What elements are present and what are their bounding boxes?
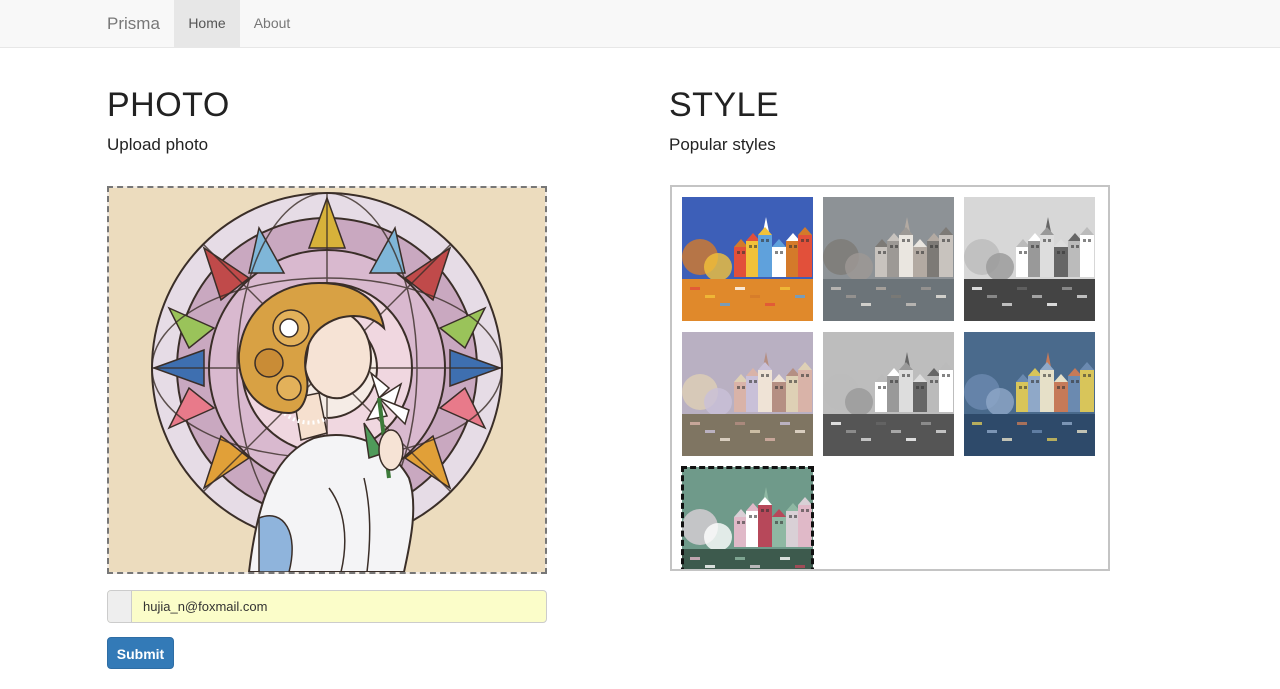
- photo-subheading: Upload photo: [107, 135, 209, 154]
- style-muted-sketch-image: [823, 197, 954, 321]
- style-pastel-crosshatch-image: [682, 332, 813, 456]
- style-thumb-3[interactable]: [964, 197, 1095, 321]
- style-vivid-colorful-image: [682, 197, 813, 321]
- style-pencil-gray-image: [823, 332, 954, 456]
- nav-home[interactable]: Home: [174, 0, 240, 47]
- upload-input-group[interactable]: [107, 590, 547, 623]
- submit-button[interactable]: Submit: [107, 637, 174, 669]
- style-thumb-5[interactable]: [823, 332, 954, 456]
- style-blue-mosaic-image: [964, 332, 1095, 456]
- style-thumb-4[interactable]: [682, 332, 813, 456]
- style-black-white-image: [964, 197, 1095, 321]
- nav-about[interactable]: About: [240, 0, 304, 47]
- file-addon[interactable]: [108, 591, 132, 622]
- style-thumb-6[interactable]: [964, 332, 1095, 456]
- brand-link[interactable]: Prisma: [107, 0, 160, 47]
- photo-heading: PHOTO: [107, 86, 230, 124]
- stained-glass-woman-image: [109, 188, 545, 572]
- style-thumb-7[interactable]: [681, 466, 814, 569]
- upload-input[interactable]: [132, 591, 542, 622]
- style-green-impressionist-image: [682, 467, 813, 569]
- navbar: Prisma Home About: [0, 0, 1280, 48]
- style-thumb-1[interactable]: [682, 197, 813, 321]
- photo-dropzone[interactable]: [107, 186, 547, 574]
- style-subheading: Popular styles: [669, 135, 776, 154]
- style-thumb-2[interactable]: [823, 197, 954, 321]
- style-heading: STYLE: [669, 86, 780, 124]
- style-gallery: [670, 185, 1110, 571]
